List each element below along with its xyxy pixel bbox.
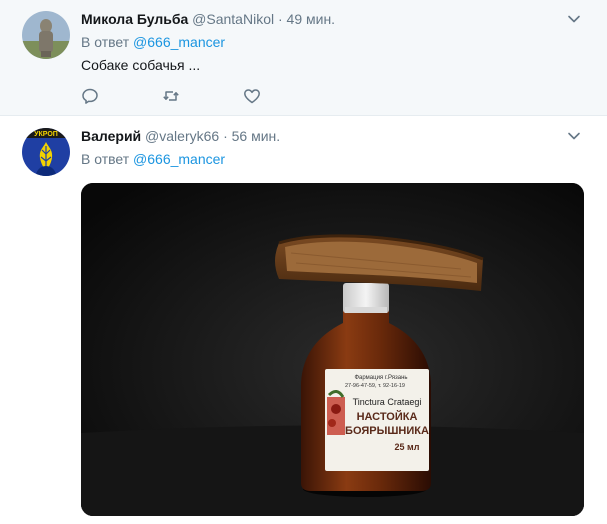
label-line-2: НАСТОЙКА — [357, 410, 418, 423]
tweet-photo[interactable]: Фармация г.Рязань 27-96-47-59, т. 92-16-… — [81, 183, 584, 516]
label-phone-text: 27-96-47-59, т. 92-16-19 — [345, 383, 405, 389]
reply-prefix: В ответ — [81, 34, 130, 50]
chevron-down-icon[interactable] — [567, 129, 581, 143]
avatar-text: УКРОП — [34, 131, 58, 138]
tweet-text: Собаке собачья ... — [81, 57, 201, 73]
reply-mention-link[interactable]: @666_mancer — [133, 151, 225, 167]
author-name[interactable]: Микола Бульба — [81, 11, 188, 27]
retweet-button[interactable] — [162, 87, 180, 105]
avatar[interactable] — [22, 11, 70, 59]
separator-dot: · — [277, 11, 283, 27]
label-line-3: БОЯРЫШНИКА — [345, 425, 429, 437]
author-handle[interactable]: @valeryk66 — [145, 128, 219, 144]
tweet-header: Микола Бульба @SantaNikol · 49 мин. — [81, 10, 335, 28]
avatar-image — [22, 11, 70, 59]
avatar[interactable]: УКРОП — [22, 128, 70, 176]
like-icon — [244, 89, 260, 104]
like-button[interactable] — [243, 87, 261, 105]
reply-prefix: В ответ — [81, 151, 130, 167]
author-handle[interactable]: @SantaNikol — [192, 11, 274, 27]
author-name[interactable]: Валерий — [81, 128, 141, 144]
reply-context: В ответ @666_mancer — [81, 33, 225, 51]
reply-mention-link[interactable]: @666_mancer — [133, 34, 225, 50]
tweet-header: Валерий @valeryk66 · 56 мин. — [81, 127, 280, 145]
tweet-timestamp[interactable]: 56 мин. — [232, 128, 281, 144]
separator-dot: · — [223, 128, 228, 144]
retweet-icon — [163, 91, 179, 101]
label-line-4: 25 мл — [395, 442, 420, 452]
tweet-item[interactable]: Микола Бульба @SantaNikol · 49 мин. В от… — [0, 0, 607, 116]
tweet-timestamp[interactable]: 49 мин. — [287, 11, 336, 27]
reply-icon — [82, 88, 98, 104]
reply-context: В ответ @666_mancer — [81, 150, 225, 168]
label-line-1: Tinctura Crataegi — [353, 397, 422, 407]
reply-button[interactable] — [81, 87, 99, 105]
photo-image: Фармация г.Рязань 27-96-47-59, т. 92-16-… — [81, 183, 584, 516]
chevron-down-icon[interactable] — [567, 12, 581, 26]
label-top-text: Фармация г.Рязань — [354, 375, 407, 381]
tweet-item[interactable]: УКРОП Валерий @valeryk66 · 56 мин. В отв… — [0, 117, 607, 524]
avatar-image: УКРОП — [22, 128, 70, 176]
